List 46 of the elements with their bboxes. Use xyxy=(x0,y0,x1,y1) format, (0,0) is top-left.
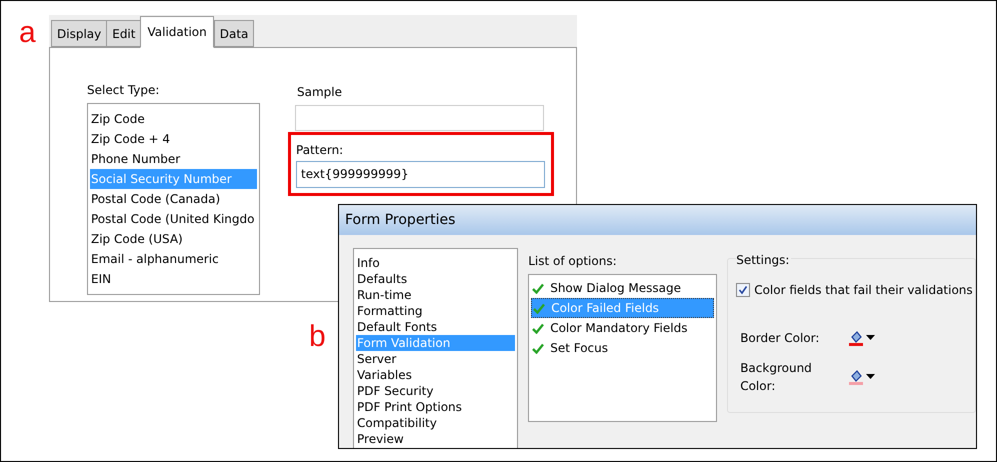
dropdown-arrow-icon xyxy=(866,374,876,380)
list-item[interactable]: Default Fonts xyxy=(356,319,516,335)
list-item[interactable]: Preview xyxy=(356,431,516,447)
color-picker[interactable] xyxy=(848,369,876,385)
sample-label: Sample xyxy=(297,84,343,101)
list-item[interactable]: PDF Security xyxy=(356,383,516,399)
checkbox[interactable] xyxy=(736,283,750,297)
sample-field[interactable] xyxy=(295,105,544,131)
list-item[interactable]: Info xyxy=(356,255,516,271)
options-label: List of options: xyxy=(528,253,618,270)
list-item[interactable]: Set Focus xyxy=(531,338,714,358)
list-item[interactable]: Zip Code xyxy=(90,109,257,129)
list-item[interactable]: Zip Code (USA) xyxy=(90,229,257,249)
category-list[interactable]: Info Defaults Run-time Formatting Default Fonts Form Validation Server Variables PDF Security PDF Print Options Compatibility Preview xyxy=(353,248,518,448)
pattern-field[interactable]: text{999999999} xyxy=(296,161,545,188)
select-type-label: Select Type: xyxy=(87,82,160,99)
list-item[interactable]: Run-time xyxy=(356,287,516,303)
list-item[interactable]: Formatting xyxy=(356,303,516,319)
list-item[interactable]: Show Dialog Message xyxy=(531,278,714,298)
tab[interactable]: Display xyxy=(51,20,108,47)
list-item[interactable]: Server xyxy=(356,351,516,367)
figure-label: a xyxy=(19,15,36,51)
list-item[interactable]: Variables xyxy=(356,367,516,383)
pattern-label: Pattern: xyxy=(296,142,344,159)
list-item[interactable]: Phone Number xyxy=(90,149,257,169)
tab[interactable]: Edit xyxy=(106,20,142,47)
color-picker[interactable] xyxy=(848,330,876,346)
window-title: Form Properties xyxy=(345,210,456,230)
list-item[interactable]: Zip Code + 4 xyxy=(90,129,257,149)
dropdown-arrow-icon xyxy=(866,335,876,341)
list-item[interactable]: Defaults xyxy=(356,271,516,287)
list-item[interactable]: Postal Code (United Kingdo xyxy=(90,209,257,229)
tab[interactable]: Validation xyxy=(140,16,214,48)
figure-label: b xyxy=(309,319,326,355)
list-item[interactable]: EIN xyxy=(90,269,257,289)
type-list[interactable]: Zip Code Zip Code + 4 Phone Number Social Security Number Postal Code (Canada) Postal Code (United Kingdo Zip Code (USA) Email - alphanumeric EIN xyxy=(87,103,260,295)
list-item[interactable]: Email - alphanumeric xyxy=(90,249,257,269)
checkbox-label: Color fields that fail their validations xyxy=(754,282,973,299)
color-label: Border Color: xyxy=(740,330,820,347)
options-list[interactable]: Show Dialog Message Color Failed Fields Color Mandatory Fields Set Focus xyxy=(528,274,718,422)
list-item[interactable]: Postal Code (Canada) xyxy=(90,189,257,209)
list-item[interactable]: Color Mandatory Fields xyxy=(531,318,714,338)
list-item[interactable]: PDF Print Options xyxy=(356,399,516,415)
list-item[interactable]: Compatibility xyxy=(356,415,516,431)
tab[interactable]: Data xyxy=(214,20,254,47)
color-label: Background Color: xyxy=(740,360,813,395)
